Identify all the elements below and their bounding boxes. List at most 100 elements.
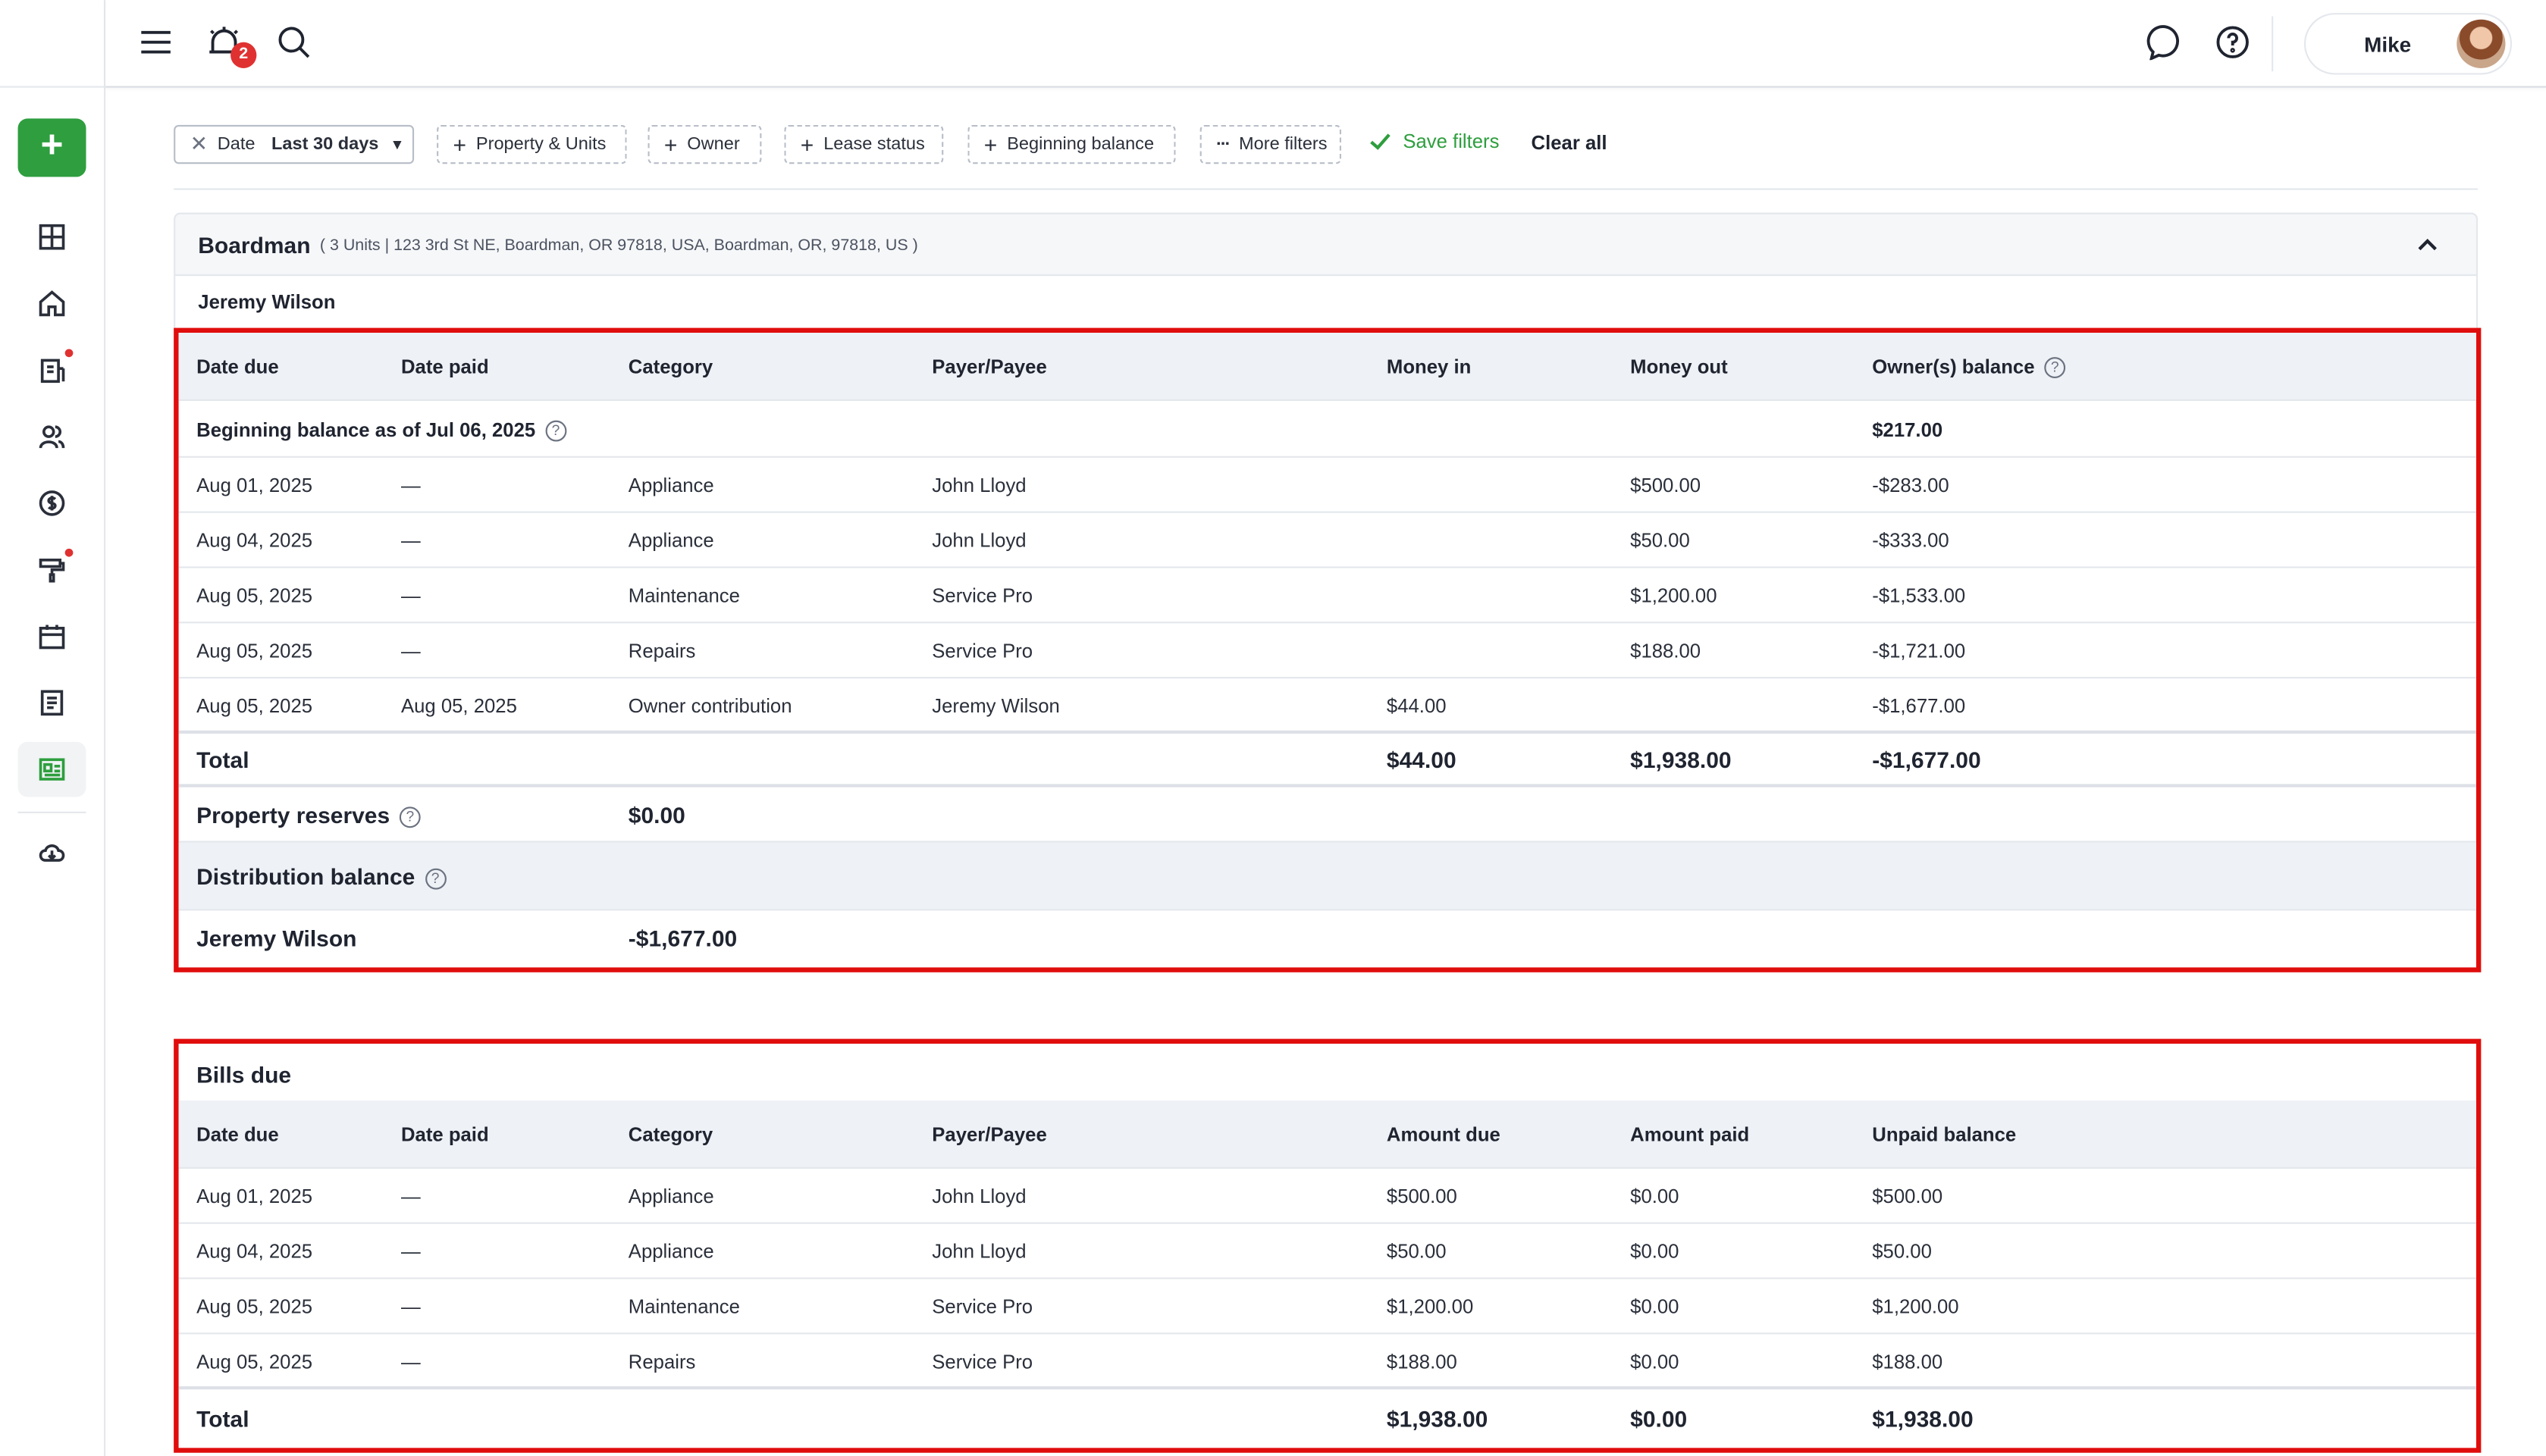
total-row: Total $44.00 $1,938.00 -$1,677.00	[178, 734, 2476, 787]
filter-divider	[174, 188, 2479, 190]
amount-due: $1,200.00	[1386, 1295, 1474, 1318]
sidebar-item-dashboard[interactable]	[18, 209, 86, 265]
more-filters-button[interactable]: ··· More filters	[1199, 124, 1341, 164]
users-icon	[39, 425, 65, 449]
date-paid: —	[400, 584, 421, 607]
date-paid: —	[400, 639, 421, 662]
owner-name: Jeremy Wilson	[198, 290, 336, 314]
table-row: Aug 01, 2025 — Appliance John Lloyd $500…	[178, 458, 2476, 513]
save-filters-button[interactable]: Save filters	[1369, 130, 1499, 152]
category: Appliance	[628, 529, 714, 553]
more-dots-icon: ···	[1216, 133, 1231, 154]
unpaid-balance: $50.00	[1872, 1240, 1932, 1263]
total-money-out: $1,938.00	[1630, 747, 1732, 773]
table-row: Aug 04, 2025 — Appliance John Lloyd $50.…	[178, 513, 2476, 568]
filter-owner[interactable]: + Owner	[647, 124, 762, 164]
money-out: $1,200.00	[1630, 584, 1717, 607]
category: Repairs	[628, 639, 696, 662]
category: Repairs	[628, 1350, 696, 1373]
owner-ledger-table: Date due Date paid Category Payer/Payee …	[174, 327, 2482, 972]
total-money-in: $44.00	[1386, 747, 1456, 773]
sidebar-item-people[interactable]	[18, 409, 86, 465]
avatar	[2457, 19, 2506, 68]
date-filter-chip[interactable]: ✕ Date Last 30 days ▼	[174, 124, 415, 164]
add-new-button[interactable]: +	[17, 118, 86, 177]
distribution-owner-name: Jeremy Wilson	[196, 925, 357, 951]
chevron-up-icon[interactable]	[2415, 232, 2441, 258]
sidebar-item-reports[interactable]	[17, 741, 86, 797]
help-icon[interactable]: ?	[425, 868, 447, 890]
date-paid: Aug 05, 2025	[400, 694, 517, 718]
report-icon	[39, 758, 65, 781]
column-header: Money in	[1386, 355, 1472, 378]
clear-all-button[interactable]: Clear all	[1532, 131, 1607, 154]
user-menu[interactable]: Mike	[2303, 13, 2513, 75]
amount-due: $50.00	[1386, 1240, 1447, 1263]
amount-paid: $0.00	[1630, 1185, 1679, 1208]
date-due: Aug 05, 2025	[196, 639, 313, 662]
plus-icon: +	[983, 131, 998, 158]
category: Maintenance	[628, 584, 740, 607]
owner-balance: -$333.00	[1872, 529, 1949, 553]
filter-lease-status[interactable]: + Lease status	[784, 124, 944, 164]
property-address: ( 3 Units | 123 3rd St NE, Boardman, OR …	[319, 236, 918, 255]
sidebar-item-downloads[interactable]	[18, 825, 86, 880]
owner-balance: -$1,533.00	[1872, 584, 1966, 607]
sidebar-item-accounting[interactable]	[18, 475, 86, 531]
money-out: $500.00	[1630, 474, 1701, 497]
notification-dot	[64, 548, 74, 557]
date-due: Aug 05, 2025	[196, 1295, 313, 1318]
chat-icon[interactable]	[2145, 23, 2184, 61]
sidebar-item-calendar[interactable]	[18, 609, 86, 664]
money-in: $44.00	[1386, 694, 1447, 718]
filter-property-units[interactable]: + Property & Units	[437, 124, 627, 164]
distribution-owner-row: Jeremy Wilson -$1,677.00	[179, 910, 2476, 967]
date-due: Aug 05, 2025	[196, 694, 313, 718]
amount-paid: $0.00	[1630, 1240, 1679, 1263]
date-due: Aug 04, 2025	[196, 1240, 313, 1263]
category: Maintenance	[628, 1295, 740, 1318]
plus-icon: +	[453, 131, 467, 158]
column-header: Date paid	[400, 1123, 489, 1146]
help-icon[interactable]	[2213, 23, 2252, 61]
filter-beginning-balance[interactable]: + Beginning balance	[967, 124, 1176, 164]
close-icon[interactable]: ✕	[190, 131, 208, 157]
sidebar-item-maintenance[interactable]	[18, 542, 86, 597]
help-icon[interactable]: ?	[2044, 357, 2066, 378]
column-header: Unpaid balance	[1872, 1123, 2017, 1146]
payee: Jeremy Wilson	[932, 694, 1060, 718]
plus-icon: +	[800, 131, 814, 158]
column-header: Money out	[1630, 355, 1728, 378]
date-paid: —	[400, 1240, 421, 1263]
menu-icon[interactable]	[136, 23, 175, 61]
search-icon[interactable]	[274, 23, 313, 61]
date-paid: —	[400, 1295, 421, 1318]
column-header: Date paid	[400, 355, 489, 378]
amount-paid: $0.00	[1630, 1295, 1679, 1318]
document-icon	[40, 359, 65, 384]
home-icon	[39, 290, 65, 317]
distribution-owner-value: -$1,677.00	[628, 925, 738, 951]
dashboard-icon	[39, 224, 65, 250]
bills-due-title: Bills due	[196, 1061, 292, 1088]
property-header[interactable]: Boardman ( 3 Units | 123 3rd St NE, Boar…	[174, 212, 2479, 277]
help-icon[interactable]: ?	[400, 806, 421, 828]
sidebar-item-notes[interactable]	[18, 675, 86, 731]
sidebar: +	[0, 0, 106, 1456]
date-paid: —	[400, 1350, 421, 1373]
amount-due: $500.00	[1386, 1185, 1457, 1208]
owner-balance: -$283.00	[1872, 474, 1949, 497]
table-row: Aug 05, 2025 — Maintenance Service Pro $…	[178, 1279, 2476, 1335]
beginning-balance-value: $217.00	[1872, 418, 1943, 442]
column-header: Category	[628, 1123, 713, 1146]
total-amount-due: $1,938.00	[1386, 1405, 1488, 1432]
payee: John Lloyd	[932, 529, 1027, 553]
sidebar-logo-area	[0, 0, 105, 88]
help-icon[interactable]: ?	[545, 420, 566, 442]
payee: Service Pro	[932, 639, 1033, 662]
date-due: Aug 05, 2025	[196, 1350, 313, 1373]
sidebar-item-leases[interactable]	[18, 343, 86, 398]
column-header: Date due	[196, 355, 279, 378]
total-owner-balance: -$1,677.00	[1872, 747, 1981, 773]
sidebar-item-properties[interactable]	[18, 276, 86, 331]
